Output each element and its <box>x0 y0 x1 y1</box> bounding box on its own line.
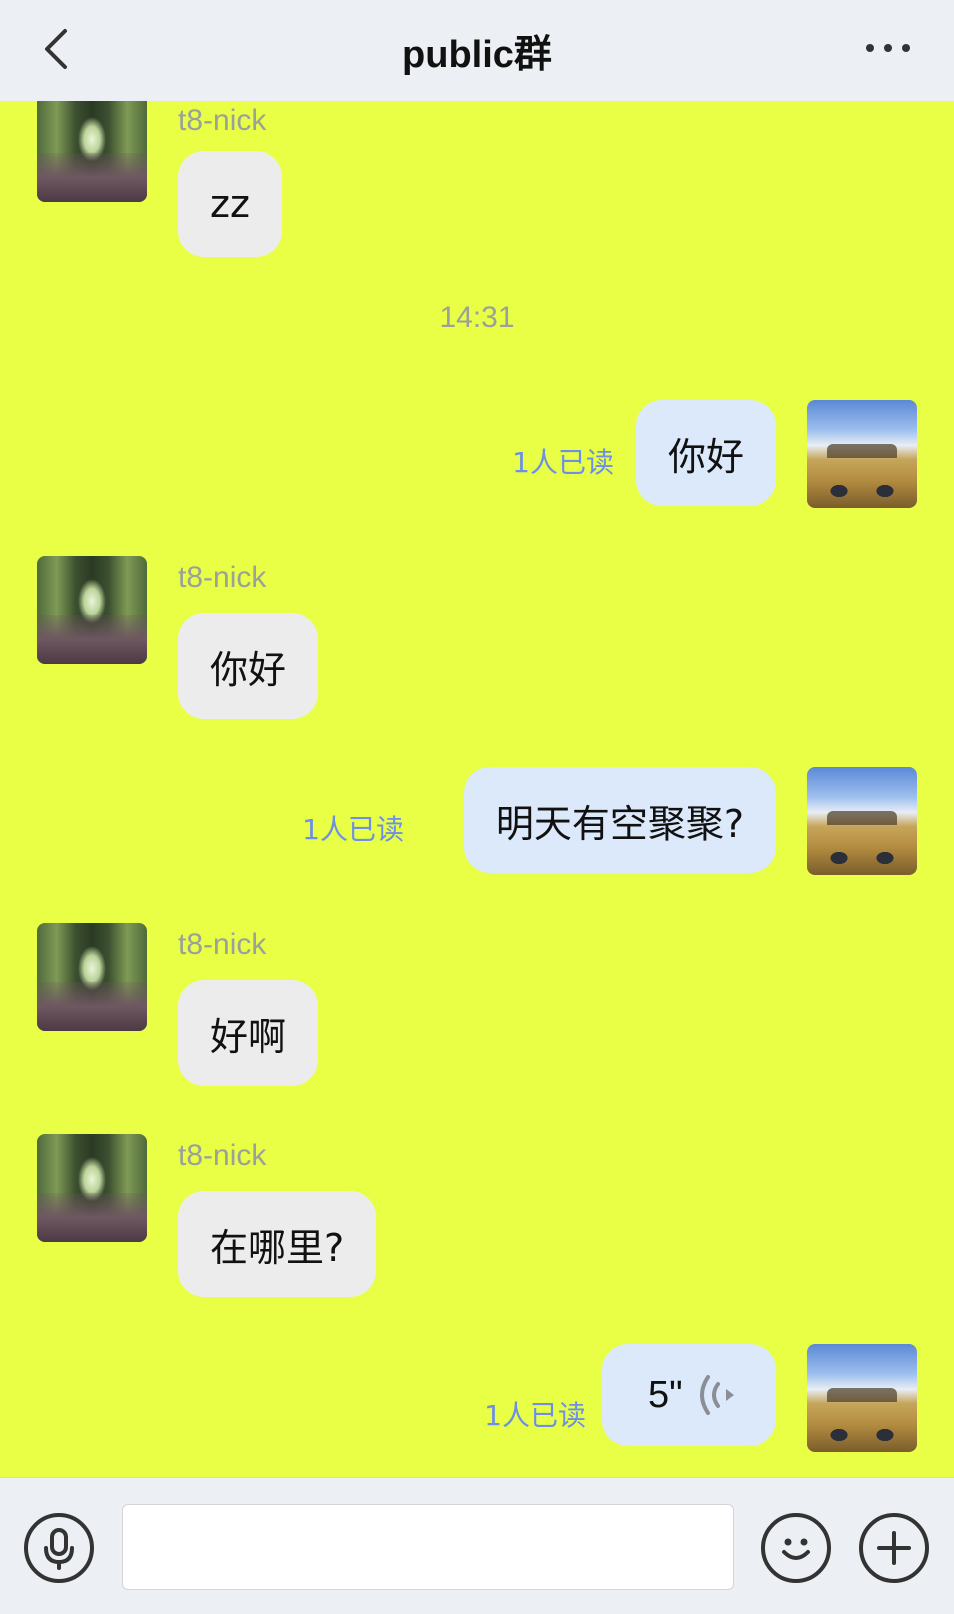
message-bubble[interactable]: 好啊 <box>178 980 319 1086</box>
voice-message-bubble[interactable]: 5" <box>602 1344 776 1446</box>
read-receipt[interactable]: 1人已读 <box>512 441 614 481</box>
more-options-button[interactable] <box>866 36 910 60</box>
back-button[interactable] <box>36 26 76 72</box>
input-bar <box>0 1477 954 1614</box>
smiley-icon <box>782 1538 810 1560</box>
avatar[interactable] <box>37 1134 147 1242</box>
chat-header: public群 <box>0 0 954 101</box>
voice-duration: 5" <box>648 1373 683 1416</box>
read-receipt[interactable]: 1人已读 <box>302 808 404 848</box>
sender-nick: t8-nick <box>178 1139 267 1172</box>
avatar[interactable] <box>807 1344 917 1452</box>
add-button[interactable] <box>859 1513 929 1583</box>
page-title: public群 <box>402 34 552 76</box>
avatar[interactable] <box>37 101 147 202</box>
avatar[interactable] <box>807 400 917 508</box>
emoji-button[interactable] <box>761 1513 831 1583</box>
timestamp: 14:31 <box>439 301 515 334</box>
message-bubble[interactable]: 明天有空聚聚? <box>463 767 776 873</box>
avatar[interactable] <box>807 767 917 875</box>
sender-nick: t8-nick <box>178 104 267 137</box>
voice-input-button[interactable] <box>24 1513 94 1583</box>
read-receipt[interactable]: 1人已读 <box>484 1394 586 1434</box>
voice-wave-icon <box>700 1375 734 1415</box>
avatar[interactable] <box>37 923 147 1031</box>
more-dots-icon <box>866 44 874 52</box>
message-list[interactable]: t8-nick zz 14:31 1人已读 你好 t8-nick 你好 1人已读… <box>0 101 954 1477</box>
sender-nick: t8-nick <box>178 928 267 961</box>
message-bubble[interactable]: 你好 <box>635 400 776 506</box>
message-input[interactable] <box>122 1504 734 1590</box>
message-bubble[interactable]: zz <box>178 151 282 257</box>
plus-circle-icon <box>877 1531 911 1565</box>
chevron-left-icon <box>45 29 67 69</box>
message-bubble[interactable]: 你好 <box>178 613 319 719</box>
avatar[interactable] <box>37 556 147 664</box>
message-bubble[interactable]: 在哪里? <box>178 1191 377 1297</box>
microphone-icon <box>44 1528 74 1570</box>
sender-nick: t8-nick <box>178 561 267 594</box>
